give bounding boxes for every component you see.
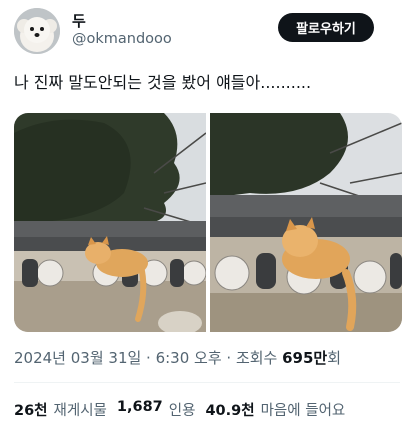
quotes-stat[interactable]: 1,687 인용 — [117, 399, 196, 420]
retweets-stat[interactable]: 26천 재게시물 — [14, 399, 107, 420]
quotes-count: 1,687 — [116, 399, 163, 415]
puppy-avatar-icon — [14, 8, 60, 54]
cat-on-roof-photo-icon — [14, 113, 206, 332]
retweets-count: 26천 — [14, 403, 48, 419]
photo-right[interactable] — [210, 113, 402, 332]
view-count: 695만 — [282, 349, 328, 367]
likes-count: 40.9천 — [205, 403, 255, 419]
avatar[interactable] — [14, 8, 60, 54]
post-date-time[interactable]: 2024년 03월 31일 · 6:30 오후 · 조회수 — [14, 349, 282, 367]
likes-label: 마음에 들어요 — [260, 403, 346, 419]
cat-on-roof-closeup-photo-icon — [210, 113, 402, 332]
retweets-label: 재게시물 — [53, 403, 107, 419]
quotes-label: 인용 — [168, 403, 196, 419]
display-name[interactable]: 두 — [72, 10, 86, 31]
timestamp-line: 2024년 03월 31일 · 6:30 오후 · 조회수 695만회 — [14, 347, 341, 368]
follow-button[interactable]: 팔로우하기 — [278, 13, 374, 42]
likes-stat[interactable]: 40.9천 마음에 들어요 — [205, 399, 345, 420]
media-gallery — [14, 113, 402, 332]
view-count-suffix: 회 — [327, 349, 342, 367]
tweet-text: 나 진짜 말도안되는 것을 봤어 얘들아.......... — [14, 73, 312, 92]
engagement-stats: 26천 재게시물 1,687 인용 40.9천 마음에 들어요 — [14, 399, 345, 420]
divider — [14, 382, 400, 383]
user-handle[interactable]: @okmandooo — [72, 31, 172, 47]
photo-left[interactable] — [14, 113, 206, 332]
